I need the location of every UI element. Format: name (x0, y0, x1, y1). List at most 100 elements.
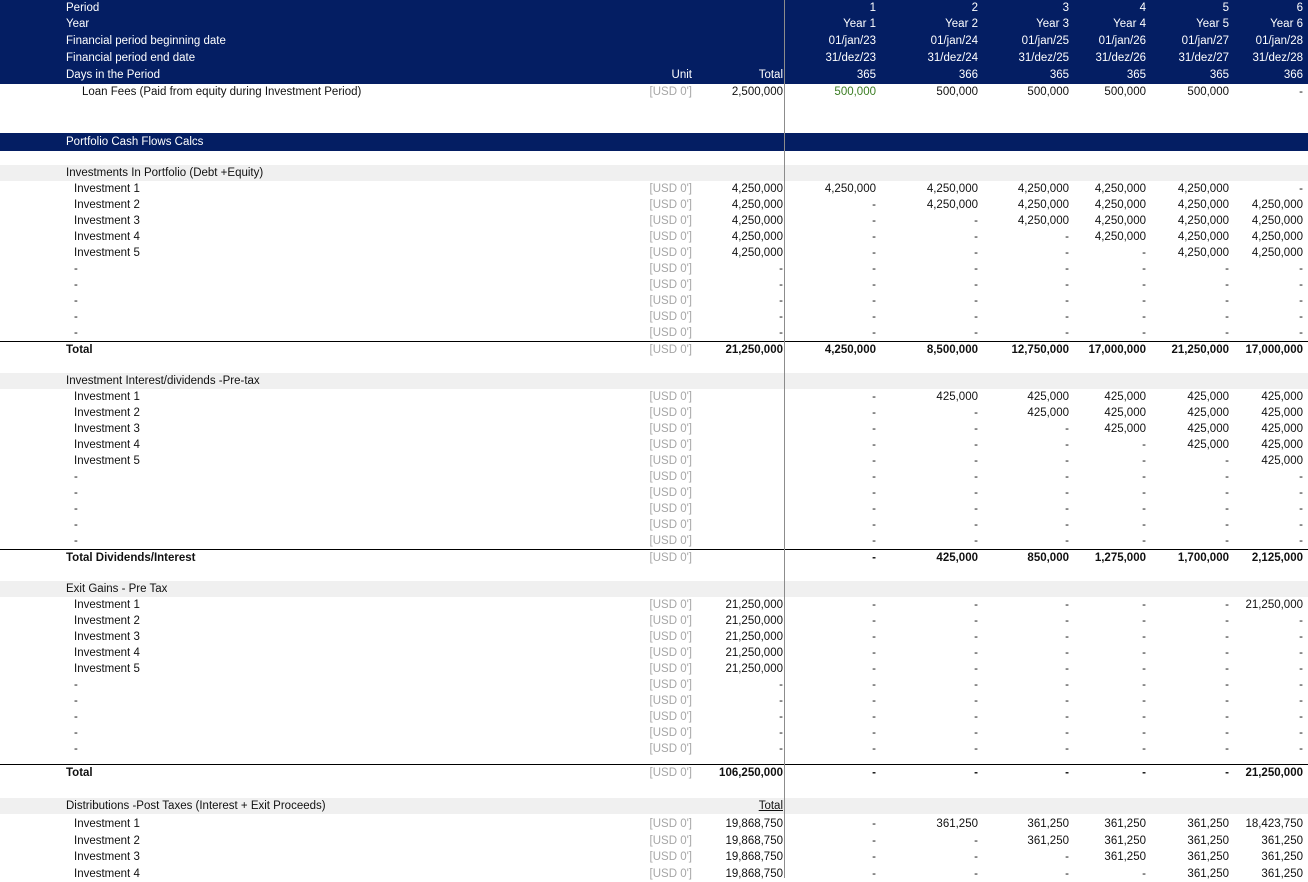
year-4-cell[interactable]: - (1073, 325, 1146, 341)
year-2-cell[interactable]: - (880, 741, 978, 757)
year-4-cell[interactable]: - (1073, 533, 1146, 549)
unit-cell[interactable]: [USD 0'] (600, 469, 692, 485)
year-2-cell[interactable]: - (880, 597, 978, 613)
year-5-cell[interactable]: 4,250,000 (1150, 181, 1229, 197)
unit-cell[interactable]: [USD 0'] (600, 725, 692, 741)
total-cell[interactable]: 19,868,750 (694, 816, 783, 832)
unit-cell[interactable]: [USD 0'] (600, 597, 692, 613)
year-1-cell[interactable]: - (790, 453, 876, 469)
year-5-cell[interactable]: 425,000 (1150, 437, 1229, 453)
year-4-cell[interactable]: 17,000,000 (1073, 342, 1146, 358)
year-6-cell[interactable]: 4,250,000 (1233, 229, 1303, 245)
year-2-cell[interactable]: - (880, 725, 978, 741)
unit-cell[interactable]: [USD 0'] (600, 501, 692, 517)
row-label[interactable]: - (74, 325, 78, 341)
row-label[interactable]: - (74, 485, 78, 501)
year-2-cell[interactable]: - (880, 709, 978, 725)
year-1-cell[interactable]: - (790, 677, 876, 693)
year-4-cell[interactable]: - (1073, 677, 1146, 693)
unit-cell[interactable]: [USD 0'] (600, 181, 692, 197)
year-3-cell[interactable]: - (982, 261, 1069, 277)
total-cell[interactable] (694, 389, 783, 405)
year-5-cell[interactable]: - (1150, 709, 1229, 725)
year-1-cell[interactable]: - (790, 816, 876, 832)
unit-cell[interactable]: [USD 0'] (600, 550, 692, 566)
year-3-cell[interactable]: - (982, 645, 1069, 661)
year-5-cell[interactable]: 4,250,000 (1150, 229, 1229, 245)
year-3-cell[interactable]: - (982, 725, 1069, 741)
year-1-cell[interactable]: - (790, 293, 876, 309)
total-cell[interactable] (694, 533, 783, 549)
year-6-cell[interactable]: 425,000 (1233, 453, 1303, 469)
year-6-cell[interactable]: 425,000 (1233, 389, 1303, 405)
year-6-cell[interactable]: - (1233, 709, 1303, 725)
unit-cell[interactable]: [USD 0'] (600, 293, 692, 309)
unit-cell[interactable]: [USD 0'] (600, 437, 692, 453)
year-4-cell[interactable]: 4,250,000 (1073, 229, 1146, 245)
year-3-cell[interactable]: 425,000 (982, 389, 1069, 405)
year-2-cell[interactable]: - (880, 629, 978, 645)
unit-cell[interactable]: [USD 0'] (600, 645, 692, 661)
row-label[interactable]: - (74, 741, 78, 757)
year-2-cell[interactable]: 4,250,000 (880, 181, 978, 197)
year-4-cell[interactable]: 425,000 (1073, 389, 1146, 405)
year-6-cell[interactable]: - (1233, 629, 1303, 645)
year-4-cell[interactable]: - (1073, 629, 1146, 645)
year-5-cell[interactable]: - (1150, 533, 1229, 549)
row-label[interactable]: - (74, 533, 78, 549)
year-6-cell[interactable]: - (1233, 501, 1303, 517)
year-3-cell[interactable]: 500,000 (982, 84, 1069, 100)
total-cell[interactable]: 4,250,000 (694, 229, 783, 245)
year-3-cell[interactable]: - (982, 693, 1069, 709)
year-4-cell[interactable]: - (1073, 437, 1146, 453)
unit-cell[interactable]: [USD 0'] (600, 453, 692, 469)
year-3-cell[interactable]: - (982, 469, 1069, 485)
unit-cell[interactable]: [USD 0'] (600, 389, 692, 405)
year-4-cell[interactable]: - (1073, 245, 1146, 261)
unit-cell[interactable]: [USD 0'] (600, 309, 692, 325)
unit-cell[interactable]: [USD 0'] (600, 517, 692, 533)
year-1-cell[interactable]: - (790, 849, 876, 865)
year-4-cell[interactable]: - (1073, 293, 1146, 309)
year-6-cell[interactable]: - (1233, 741, 1303, 757)
total-cell[interactable]: 19,868,750 (694, 833, 783, 849)
year-5-cell[interactable]: - (1150, 293, 1229, 309)
year-1-cell[interactable]: 4,250,000 (790, 342, 876, 358)
total-cell[interactable]: - (694, 677, 783, 693)
unit-cell[interactable]: [USD 0'] (600, 277, 692, 293)
year-2-cell[interactable]: - (880, 277, 978, 293)
row-label[interactable]: Investment 5 (74, 661, 140, 677)
year-4-cell[interactable]: - (1073, 261, 1146, 277)
unit-cell[interactable]: [USD 0'] (600, 709, 692, 725)
year-6-cell[interactable]: - (1233, 261, 1303, 277)
year-4-cell[interactable]: 4,250,000 (1073, 197, 1146, 213)
total-cell[interactable]: 4,250,000 (694, 197, 783, 213)
year-1-cell[interactable]: - (790, 550, 876, 566)
total-cell[interactable]: 21,250,000 (694, 661, 783, 677)
year-3-cell[interactable]: - (982, 533, 1069, 549)
year-1-cell[interactable]: - (790, 693, 876, 709)
total-cell[interactable] (694, 550, 783, 566)
unit-cell[interactable]: [USD 0'] (600, 613, 692, 629)
year-2-cell[interactable]: 8,500,000 (880, 342, 978, 358)
year-5-cell[interactable]: - (1150, 469, 1229, 485)
total-cell[interactable]: - (694, 709, 783, 725)
row-label[interactable]: Investment 1 (74, 816, 140, 832)
total-cell[interactable]: - (694, 725, 783, 741)
unit-cell[interactable]: [USD 0'] (600, 629, 692, 645)
row-label[interactable]: Total (66, 342, 93, 358)
year-1-cell[interactable]: - (790, 309, 876, 325)
year-5-cell[interactable]: - (1150, 261, 1229, 277)
year-2-cell[interactable]: - (880, 405, 978, 421)
total-cell[interactable] (694, 469, 783, 485)
row-label[interactable]: Investment 1 (74, 181, 140, 197)
year-4-cell[interactable]: - (1073, 693, 1146, 709)
row-label[interactable]: - (74, 277, 78, 293)
year-6-cell[interactable]: 4,250,000 (1233, 213, 1303, 229)
year-3-cell[interactable]: 12,750,000 (982, 342, 1069, 358)
unit-cell[interactable]: [USD 0'] (600, 261, 692, 277)
row-label[interactable]: Investment 1 (74, 597, 140, 613)
total-cell[interactable]: 4,250,000 (694, 245, 783, 261)
year-6-cell[interactable]: - (1233, 677, 1303, 693)
year-4-cell[interactable]: 500,000 (1073, 84, 1146, 100)
